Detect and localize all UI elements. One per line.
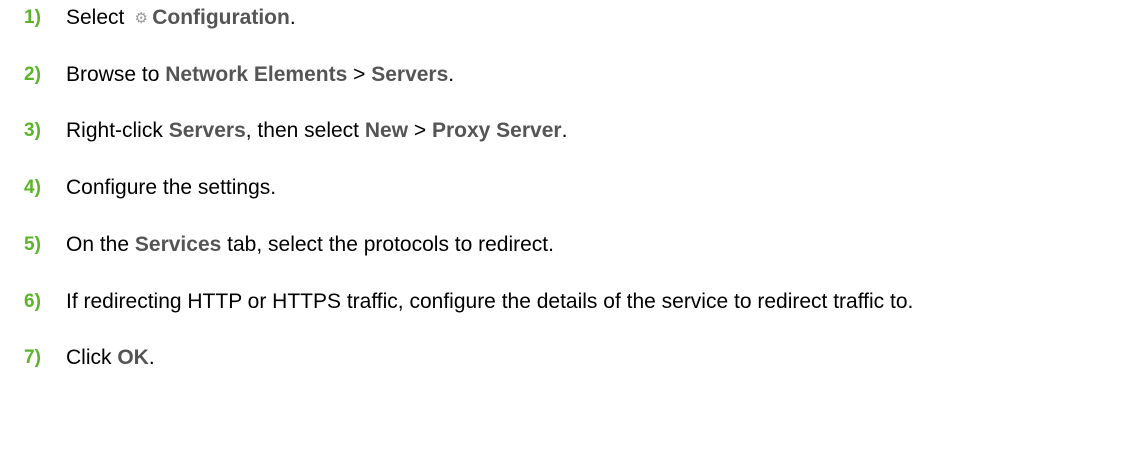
- step-text-part: If redirecting HTTP or HTTPS traffic, co…: [66, 290, 914, 313]
- step-text-part: tab, select the protocols to redirect.: [221, 233, 554, 256]
- step-text-part: Right-click: [66, 119, 169, 142]
- step-text-part: .: [148, 346, 155, 369]
- step-text-part: .: [289, 6, 296, 29]
- step-text: Click OK.: [66, 346, 155, 370]
- step-number: 7): [24, 347, 41, 368]
- step-text: Select ⚙ Configuration.: [66, 6, 296, 30]
- step-number: 2): [24, 64, 41, 85]
- ui-term-configuration: Configuration: [152, 6, 290, 29]
- step-text-part: Configure the settings.: [66, 176, 277, 199]
- step-number: 5): [24, 234, 41, 255]
- gear-icon: ⚙: [134, 10, 148, 27]
- procedure-steps: 1) Select ⚙ Configuration. 2) Browse to N…: [0, 0, 1143, 452]
- step-text: On the Services tab, select the protocol…: [66, 233, 554, 257]
- step-number: 1): [24, 7, 41, 28]
- step-text-part: Select: [66, 6, 131, 29]
- step-number: 6): [24, 291, 41, 312]
- step-text: If redirecting HTTP or HTTPS traffic, co…: [66, 290, 913, 314]
- step-text-part: Click: [66, 346, 118, 369]
- step-number: 3): [24, 120, 41, 141]
- ui-term-servers: Servers: [371, 63, 449, 86]
- step-text-part: >: [347, 63, 372, 86]
- step-text-part: >: [408, 119, 432, 142]
- step-text: Right-click Servers, then select New > P…: [66, 119, 567, 143]
- ui-term-ok: OK: [117, 346, 149, 369]
- step-text-part: , then select: [245, 119, 365, 142]
- step-text-part: .: [561, 119, 568, 142]
- step-text-part: .: [448, 63, 455, 86]
- step-text-part: On the: [66, 233, 135, 256]
- ui-term-proxy-server: Proxy Server: [431, 119, 562, 142]
- ui-term-servers: Servers: [168, 119, 246, 142]
- step-text: Configure the settings.: [66, 176, 276, 200]
- step-number: 4): [24, 177, 41, 198]
- ui-term-services: Services: [134, 233, 222, 256]
- ui-term-new: New: [364, 119, 409, 142]
- step-text-part: Browse to: [66, 63, 166, 86]
- ui-term-network-elements: Network Elements: [165, 63, 348, 86]
- step-text: Browse to Network Elements > Servers.: [66, 63, 454, 87]
